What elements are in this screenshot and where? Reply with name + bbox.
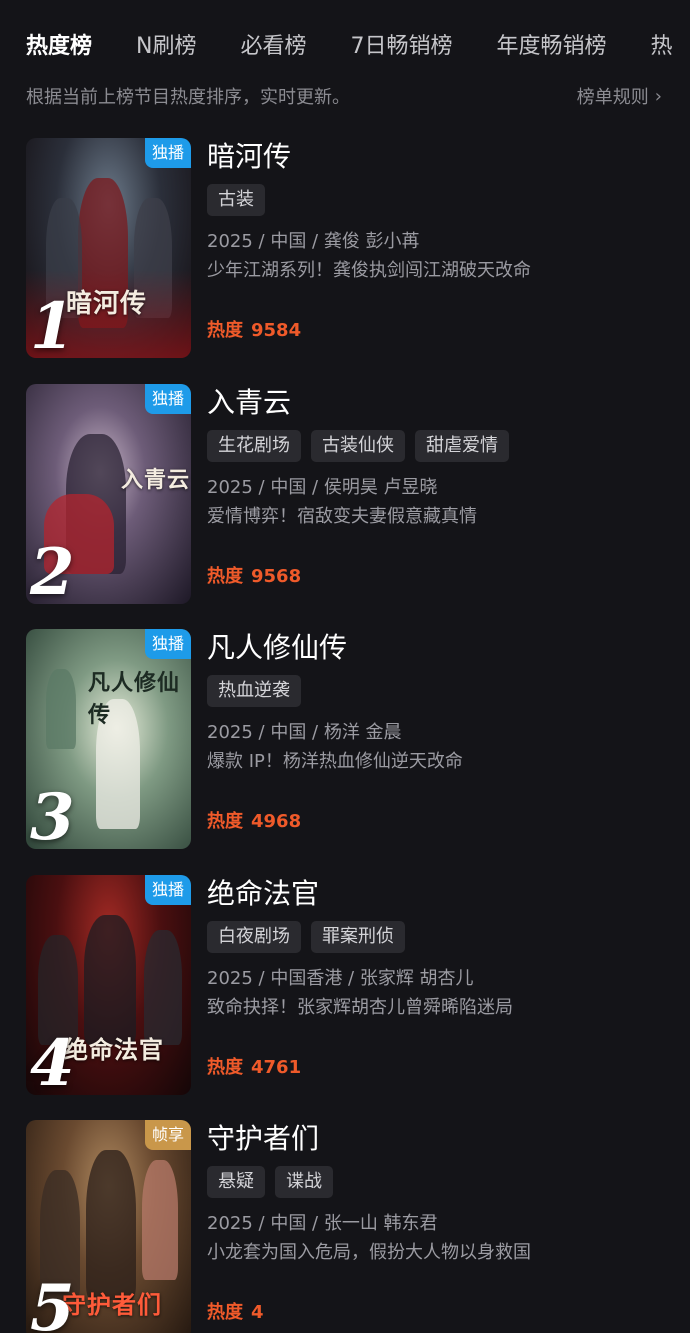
heat-score: 热度 4761 bbox=[207, 1053, 301, 1079]
poster-image[interactable]: 暗河传 1 独播 bbox=[26, 138, 191, 358]
exclusive-badge: 独播 bbox=[144, 629, 191, 659]
heat-value: 9584 bbox=[251, 320, 302, 341]
list-item[interactable]: 入青云 2 独播 入青云 生花剧场 古装仙侠 甜虐爱情 2025 / 中国 / … bbox=[26, 383, 670, 630]
tab-hot[interactable]: 热度榜 bbox=[26, 28, 92, 60]
show-title[interactable]: 绝命法官 bbox=[207, 875, 670, 915]
genre-tag[interactable]: 古装仙侠 bbox=[311, 429, 405, 462]
heat-label: 热度 bbox=[207, 811, 243, 832]
tab-7day-bestseller[interactable]: 7日畅销榜 bbox=[351, 28, 453, 60]
show-description: 致命抉择！张家辉胡杏儿曾舜晞陷迷局 bbox=[207, 996, 513, 1018]
poster-image[interactable]: 绝命法官 4 独播 bbox=[26, 874, 191, 1095]
tag-list: 白夜剧场 罪案刑侦 bbox=[207, 920, 670, 953]
heat-score: 热度 9568 bbox=[207, 562, 301, 588]
item-info: 绝命法官 白夜剧场 罪案刑侦 2025 / 中国香港 / 张家辉 胡杏儿 致命抉… bbox=[207, 875, 670, 1078]
show-title[interactable]: 守护者们 bbox=[207, 1120, 670, 1160]
rank-number: 4 bbox=[30, 1025, 75, 1095]
show-meta: 2025 / 中国香港 / 张家辉 胡杏儿 bbox=[207, 967, 474, 989]
poster-title-art: 绝命法官 bbox=[64, 1034, 164, 1064]
show-title[interactable]: 入青云 bbox=[207, 384, 670, 424]
genre-tag[interactable]: 罪案刑侦 bbox=[311, 920, 405, 953]
show-meta: 2025 / 中国 / 张一山 韩东君 bbox=[207, 1213, 438, 1234]
rules-link[interactable]: 榜单规则 › bbox=[577, 83, 662, 109]
item-info: 凡人修仙传 热血逆袭 2025 / 中国 / 杨洋 金晨 爆款 IP！杨洋热血修… bbox=[207, 629, 670, 832]
list-item[interactable]: 暗河传 1 独播 暗河传 古装 2025 / 中国 / 龚俊 彭小苒 少年江湖系… bbox=[26, 138, 670, 384]
rank-number: 2 bbox=[30, 534, 75, 604]
genre-tag[interactable]: 悬疑 bbox=[207, 1166, 265, 1198]
heat-score: 热度 9584 bbox=[207, 316, 301, 342]
heat-value: 4 bbox=[251, 1302, 264, 1323]
rules-label: 榜单规则 bbox=[576, 87, 649, 108]
item-info: 入青云 生花剧场 古装仙侠 甜虐爱情 2025 / 中国 / 侯明昊 卢昱晓 爱… bbox=[207, 384, 670, 587]
show-meta: 2025 / 中国 / 杨洋 金晨 bbox=[207, 722, 402, 743]
show-meta: 2025 / 中国 / 侯明昊 卢昱晓 bbox=[207, 476, 438, 498]
tab-must-watch[interactable]: 必看榜 bbox=[240, 28, 306, 60]
genre-tag[interactable]: 生花剧场 bbox=[207, 429, 301, 462]
tag-list: 悬疑 谍战 bbox=[207, 1166, 670, 1198]
poster-title-art: 守护者们 bbox=[62, 1290, 162, 1319]
genre-tag[interactable]: 古装 bbox=[207, 184, 265, 216]
tab-annual-bestseller[interactable]: 年度畅销榜 bbox=[497, 28, 607, 60]
ranking-description: 根据当前上榜节目热度排序，实时更新。 bbox=[26, 87, 350, 108]
heat-label: 热度 bbox=[207, 565, 243, 587]
chevron-right-icon: › bbox=[654, 85, 662, 107]
heat-value: 4968 bbox=[251, 811, 302, 832]
tab-rewatch[interactable]: N刷榜 bbox=[136, 28, 196, 60]
show-description: 爱情博弈！宿敌变夫妻假意藏真情 bbox=[207, 505, 477, 527]
show-meta: 2025 / 中国 / 龚俊 彭小苒 bbox=[207, 231, 420, 252]
ranking-list: 暗河传 1 独播 暗河传 古装 2025 / 中国 / 龚俊 彭小苒 少年江湖系… bbox=[26, 138, 670, 1333]
tag-list: 古装 bbox=[207, 184, 670, 216]
poster-image[interactable]: 守护者们 5 帧享 bbox=[26, 1120, 191, 1333]
genre-tag[interactable]: 谍战 bbox=[275, 1166, 333, 1198]
poster-title-art: 凡人修仙传 bbox=[88, 670, 181, 728]
heat-value: 9568 bbox=[251, 565, 302, 587]
heat-score: 热度 4 bbox=[207, 1298, 264, 1324]
show-title[interactable]: 凡人修仙传 bbox=[207, 629, 670, 669]
tag-list: 热血逆袭 bbox=[207, 675, 670, 707]
heat-label: 热度 bbox=[207, 320, 243, 341]
genre-tag[interactable]: 热血逆袭 bbox=[207, 675, 301, 707]
subtitle-row: 根据当前上榜节目热度排序，实时更新。 榜单规则 › bbox=[26, 82, 662, 110]
exclusive-badge: 独播 bbox=[144, 138, 191, 168]
list-item[interactable]: 绝命法官 4 独播 绝命法官 白夜剧场 罪案刑侦 2025 / 中国香港 / 张… bbox=[26, 874, 670, 1121]
tab-more[interactable]: 热 bbox=[651, 28, 673, 60]
poster-image[interactable]: 凡人修仙传 3 独播 bbox=[26, 629, 191, 849]
show-description: 小龙套为国入危局，假扮大人物以身救国 bbox=[207, 1242, 531, 1263]
rank-number: 5 bbox=[30, 1271, 75, 1333]
rank-number: 1 bbox=[30, 289, 75, 358]
heat-score: 热度 4968 bbox=[207, 807, 301, 833]
genre-tag[interactable]: 甜虐爱情 bbox=[415, 429, 509, 462]
genre-tag[interactable]: 白夜剧场 bbox=[207, 920, 301, 953]
poster-title-art: 入青云 bbox=[121, 466, 191, 493]
item-info: 暗河传 古装 2025 / 中国 / 龚俊 彭小苒 少年江湖系列！龚俊执剑闯江湖… bbox=[207, 138, 670, 341]
heat-label: 热度 bbox=[207, 1056, 243, 1078]
ranking-tabs: 热度榜 N刷榜 必看榜 7日畅销榜 年度畅销榜 热 bbox=[26, 26, 690, 62]
tag-list: 生花剧场 古装仙侠 甜虐爱情 bbox=[207, 429, 670, 462]
item-info: 守护者们 悬疑 谍战 2025 / 中国 / 张一山 韩东君 小龙套为国入危局，… bbox=[207, 1120, 670, 1323]
show-description: 爆款 IP！杨洋热血修仙逆天改命 bbox=[207, 751, 463, 772]
show-title[interactable]: 暗河传 bbox=[207, 138, 670, 178]
premium-badge: 帧享 bbox=[144, 1120, 191, 1150]
exclusive-badge: 独播 bbox=[144, 874, 191, 905]
heat-value: 4761 bbox=[251, 1056, 302, 1078]
poster-image[interactable]: 入青云 2 独播 bbox=[26, 383, 191, 604]
list-item[interactable]: 守护者们 5 帧享 守护者们 悬疑 谍战 2025 / 中国 / 张一山 韩东君… bbox=[26, 1120, 670, 1333]
poster-title-art: 暗河传 bbox=[66, 289, 148, 319]
exclusive-badge: 独播 bbox=[144, 383, 191, 414]
list-item[interactable]: 凡人修仙传 3 独播 凡人修仙传 热血逆袭 2025 / 中国 / 杨洋 金晨 … bbox=[26, 629, 670, 875]
heat-label: 热度 bbox=[207, 1302, 243, 1323]
show-description: 少年江湖系列！龚俊执剑闯江湖破天改命 bbox=[207, 260, 531, 281]
rank-number: 3 bbox=[30, 780, 75, 849]
